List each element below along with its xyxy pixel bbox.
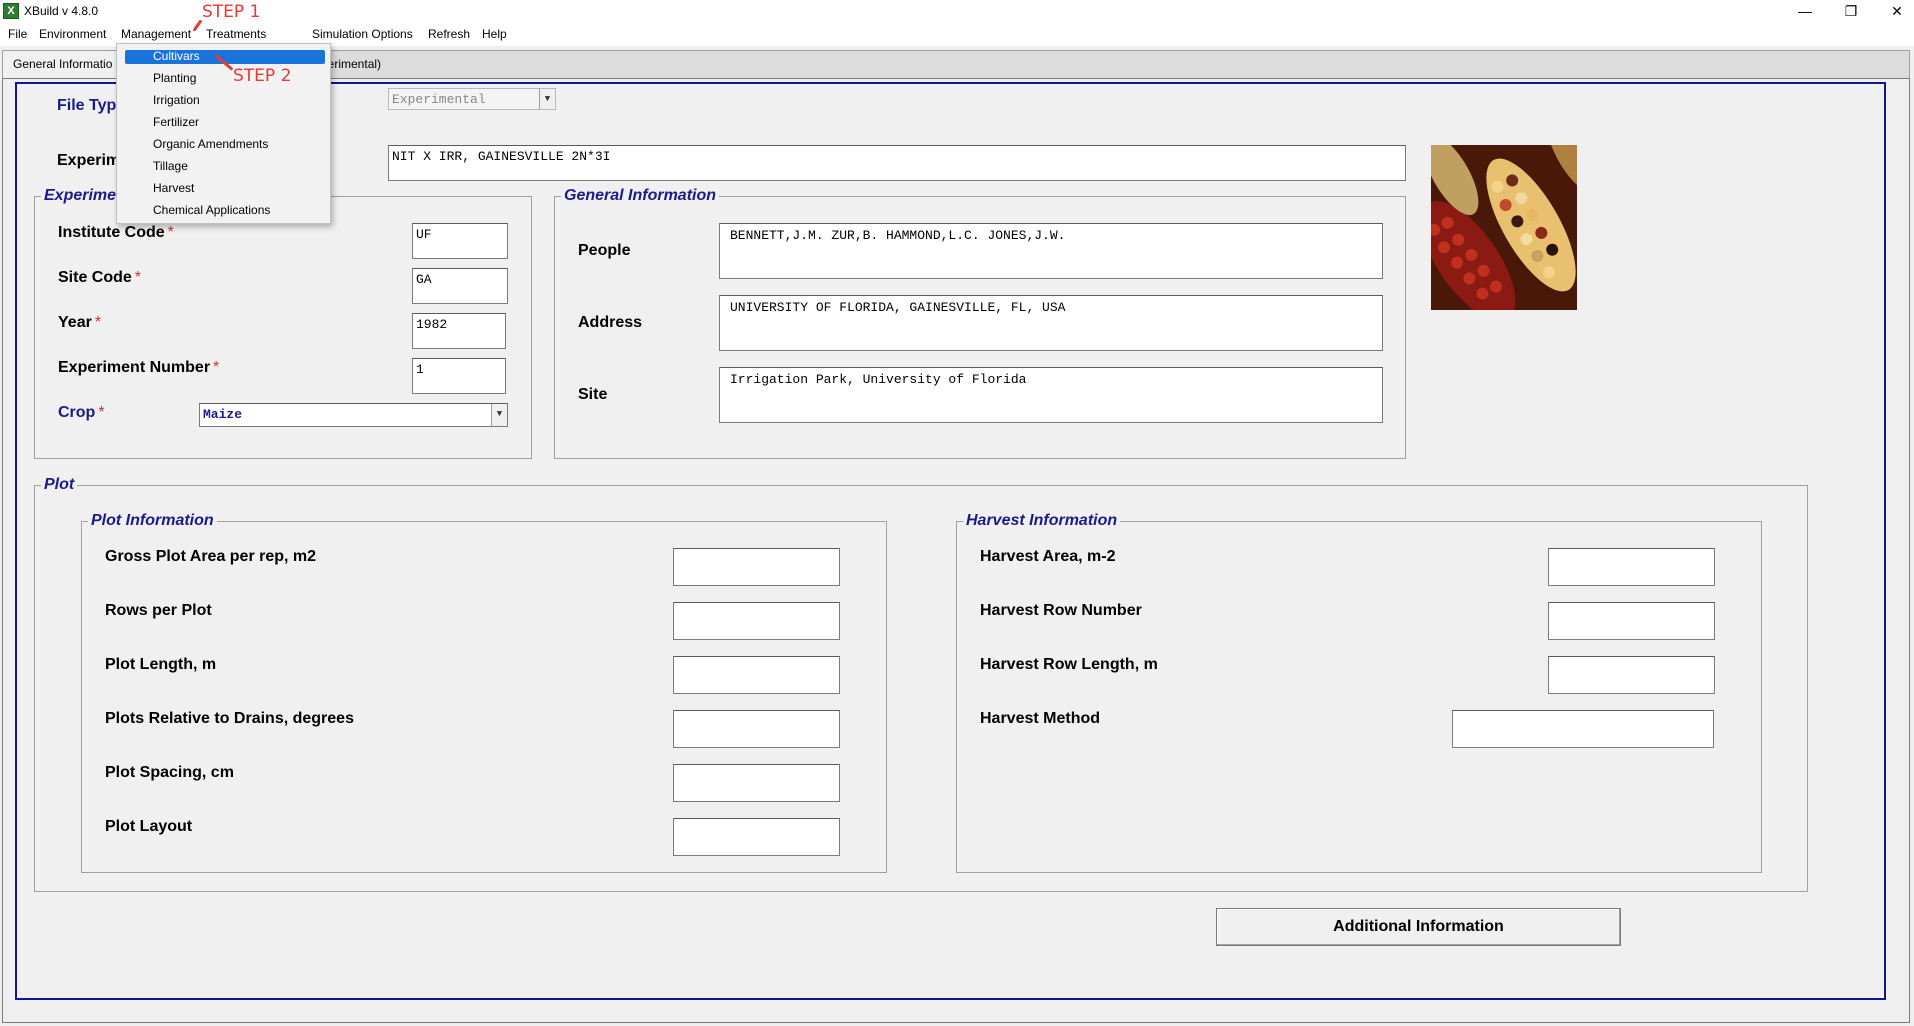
menu-file[interactable]: File bbox=[8, 27, 27, 41]
harvest-row-length-label: Harvest Row Length, m bbox=[980, 656, 1158, 673]
people-field[interactable]: BENNETT,J.M. ZUR,B. HAMMOND,L.C. JONES,J… bbox=[719, 223, 1383, 279]
tab-general-information[interactable]: General Informatio bbox=[3, 51, 124, 80]
window-title: XBuild v 4.8.0 bbox=[24, 4, 99, 18]
additional-information-button[interactable]: Additional Information bbox=[1216, 908, 1621, 946]
year-value: 1982 bbox=[416, 317, 448, 332]
institute-code-value: UF bbox=[416, 227, 432, 242]
required-marker: * bbox=[167, 224, 174, 241]
gross-plot-area-label: Gross Plot Area per rep, m2 bbox=[105, 548, 317, 565]
institute-code-label: Institute Code * bbox=[58, 224, 174, 242]
address-field[interactable]: UNIVERSITY OF FLORIDA, GAINESVILLE, FL, … bbox=[719, 295, 1383, 351]
institute-code-field[interactable]: UF bbox=[412, 223, 508, 259]
site-code-label: Site Code * bbox=[58, 269, 141, 287]
site-code-value: GA bbox=[416, 272, 432, 287]
site-field[interactable]: Irrigation Park, University of Florida bbox=[719, 367, 1383, 423]
maize-image bbox=[1431, 145, 1577, 310]
step2-annotation: STEP 2 bbox=[233, 66, 292, 86]
step1-annotation: STEP 1 bbox=[202, 2, 261, 22]
menu-item-tillage[interactable]: Tillage bbox=[153, 159, 188, 173]
crop-value: Maize bbox=[203, 407, 243, 422]
plot-title: Plot bbox=[41, 476, 78, 494]
menu-refresh[interactable]: Refresh bbox=[428, 27, 470, 41]
file-type-select[interactable]: Experimental ▼ bbox=[388, 88, 556, 110]
crop-label-text: Crop bbox=[58, 404, 96, 421]
close-icon[interactable]: ✕ bbox=[1874, 0, 1914, 24]
site-label: Site bbox=[578, 386, 608, 403]
file-type-label: File Typ bbox=[57, 97, 117, 114]
menu-item-planting[interactable]: Planting bbox=[153, 71, 196, 85]
harvest-method-field[interactable] bbox=[1452, 710, 1714, 748]
experiment-number-label-text: Experiment Number bbox=[58, 359, 211, 376]
menu-item-organic-amendments[interactable]: Organic Amendments bbox=[153, 137, 268, 151]
menu-item-chemical-applications[interactable]: Chemical Applications bbox=[153, 203, 270, 217]
plot-information-title: Plot Information bbox=[88, 512, 217, 530]
chevron-down-icon[interactable]: ▼ bbox=[491, 404, 507, 426]
menu-item-fertilizer[interactable]: Fertilizer bbox=[153, 115, 199, 129]
menu-help[interactable]: Help bbox=[482, 27, 507, 41]
general-information-title: General Information bbox=[561, 187, 720, 205]
plot-layout-label: Plot Layout bbox=[105, 818, 193, 835]
site-code-label-text: Site Code bbox=[58, 269, 132, 286]
experiment-number-field[interactable]: 1 bbox=[412, 358, 506, 394]
site-code-field[interactable]: GA bbox=[412, 268, 508, 304]
menu-treatments[interactable]: Treatments bbox=[206, 27, 266, 41]
people-value: BENNETT,J.M. ZUR,B. HAMMOND,L.C. JONES,J… bbox=[730, 228, 1066, 243]
harvest-area-label: Harvest Area, m-2 bbox=[980, 548, 1116, 565]
menu-item-harvest[interactable]: Harvest bbox=[153, 181, 194, 195]
experiment-name-value: NIT X IRR, GAINESVILLE 2N*3I bbox=[392, 149, 611, 164]
required-marker: * bbox=[94, 314, 102, 331]
menu-environment[interactable]: Environment bbox=[39, 27, 106, 41]
plot-spacing-label: Plot Spacing, cm bbox=[105, 764, 234, 781]
menu-management[interactable]: Management bbox=[121, 27, 191, 41]
management-dropdown-menu: Cultivars Planting Irrigation Fertilizer… bbox=[116, 43, 331, 224]
experiment-number-value: 1 bbox=[416, 362, 424, 377]
harvest-information-title: Harvest Information bbox=[963, 512, 1121, 530]
maize-illustration bbox=[1431, 145, 1577, 310]
harvest-row-number-label: Harvest Row Number bbox=[980, 602, 1142, 619]
experiment-group-title: Experime bbox=[41, 187, 120, 205]
address-label: Address bbox=[578, 314, 643, 331]
harvest-row-number-field[interactable] bbox=[1548, 602, 1715, 640]
year-field[interactable]: 1982 bbox=[412, 313, 506, 349]
menu-item-irrigation[interactable]: Irrigation bbox=[153, 93, 200, 107]
title-bar: X XBuild v 4.8.0 — ❐ ✕ bbox=[0, 0, 1914, 25]
plot-layout-field[interactable] bbox=[673, 818, 840, 856]
plots-relative-to-drains-field[interactable] bbox=[673, 710, 840, 748]
xbuild-icon: X bbox=[3, 3, 19, 19]
plots-relative-to-drains-label: Plots Relative to Drains, degrees bbox=[105, 710, 354, 727]
rows-per-plot-label: Rows per Plot bbox=[105, 602, 212, 619]
crop-select[interactable]: Maize ▼ bbox=[199, 403, 508, 427]
plot-length-field[interactable] bbox=[673, 656, 840, 694]
harvest-row-length-field[interactable] bbox=[1548, 656, 1715, 694]
restore-icon[interactable]: ❐ bbox=[1828, 0, 1874, 24]
year-label-text: Year bbox=[58, 314, 92, 331]
experiment-number-label: Experiment Number * bbox=[58, 359, 219, 377]
chevron-down-icon[interactable]: ▼ bbox=[539, 89, 555, 109]
harvest-method-label: Harvest Method bbox=[980, 710, 1101, 727]
address-value: UNIVERSITY OF FLORIDA, GAINESVILLE, FL, … bbox=[730, 300, 1066, 315]
required-marker: * bbox=[213, 359, 220, 376]
experiment-name-field[interactable]: NIT X IRR, GAINESVILLE 2N*3I bbox=[388, 145, 1406, 181]
plot-spacing-field[interactable] bbox=[673, 764, 840, 802]
year-label: Year * bbox=[58, 314, 101, 332]
harvest-area-field[interactable] bbox=[1548, 548, 1715, 586]
people-label: People bbox=[578, 242, 631, 259]
minimize-icon[interactable]: — bbox=[1782, 0, 1828, 24]
experiment-label: Experim bbox=[57, 152, 121, 169]
required-marker: * bbox=[98, 404, 105, 421]
rows-per-plot-field[interactable] bbox=[673, 602, 840, 640]
menu-item-cultivars[interactable]: Cultivars bbox=[153, 49, 200, 63]
menu-simulation-options[interactable]: Simulation Options bbox=[312, 27, 413, 41]
plot-length-label: Plot Length, m bbox=[105, 656, 217, 673]
required-marker: * bbox=[134, 269, 142, 286]
site-value: Irrigation Park, University of Florida bbox=[730, 372, 1027, 387]
file-type-value: Experimental bbox=[392, 92, 486, 107]
gross-plot-area-field[interactable] bbox=[673, 548, 840, 586]
crop-label: Crop * bbox=[58, 404, 105, 422]
institute-code-label-text: Institute Code bbox=[58, 224, 165, 241]
